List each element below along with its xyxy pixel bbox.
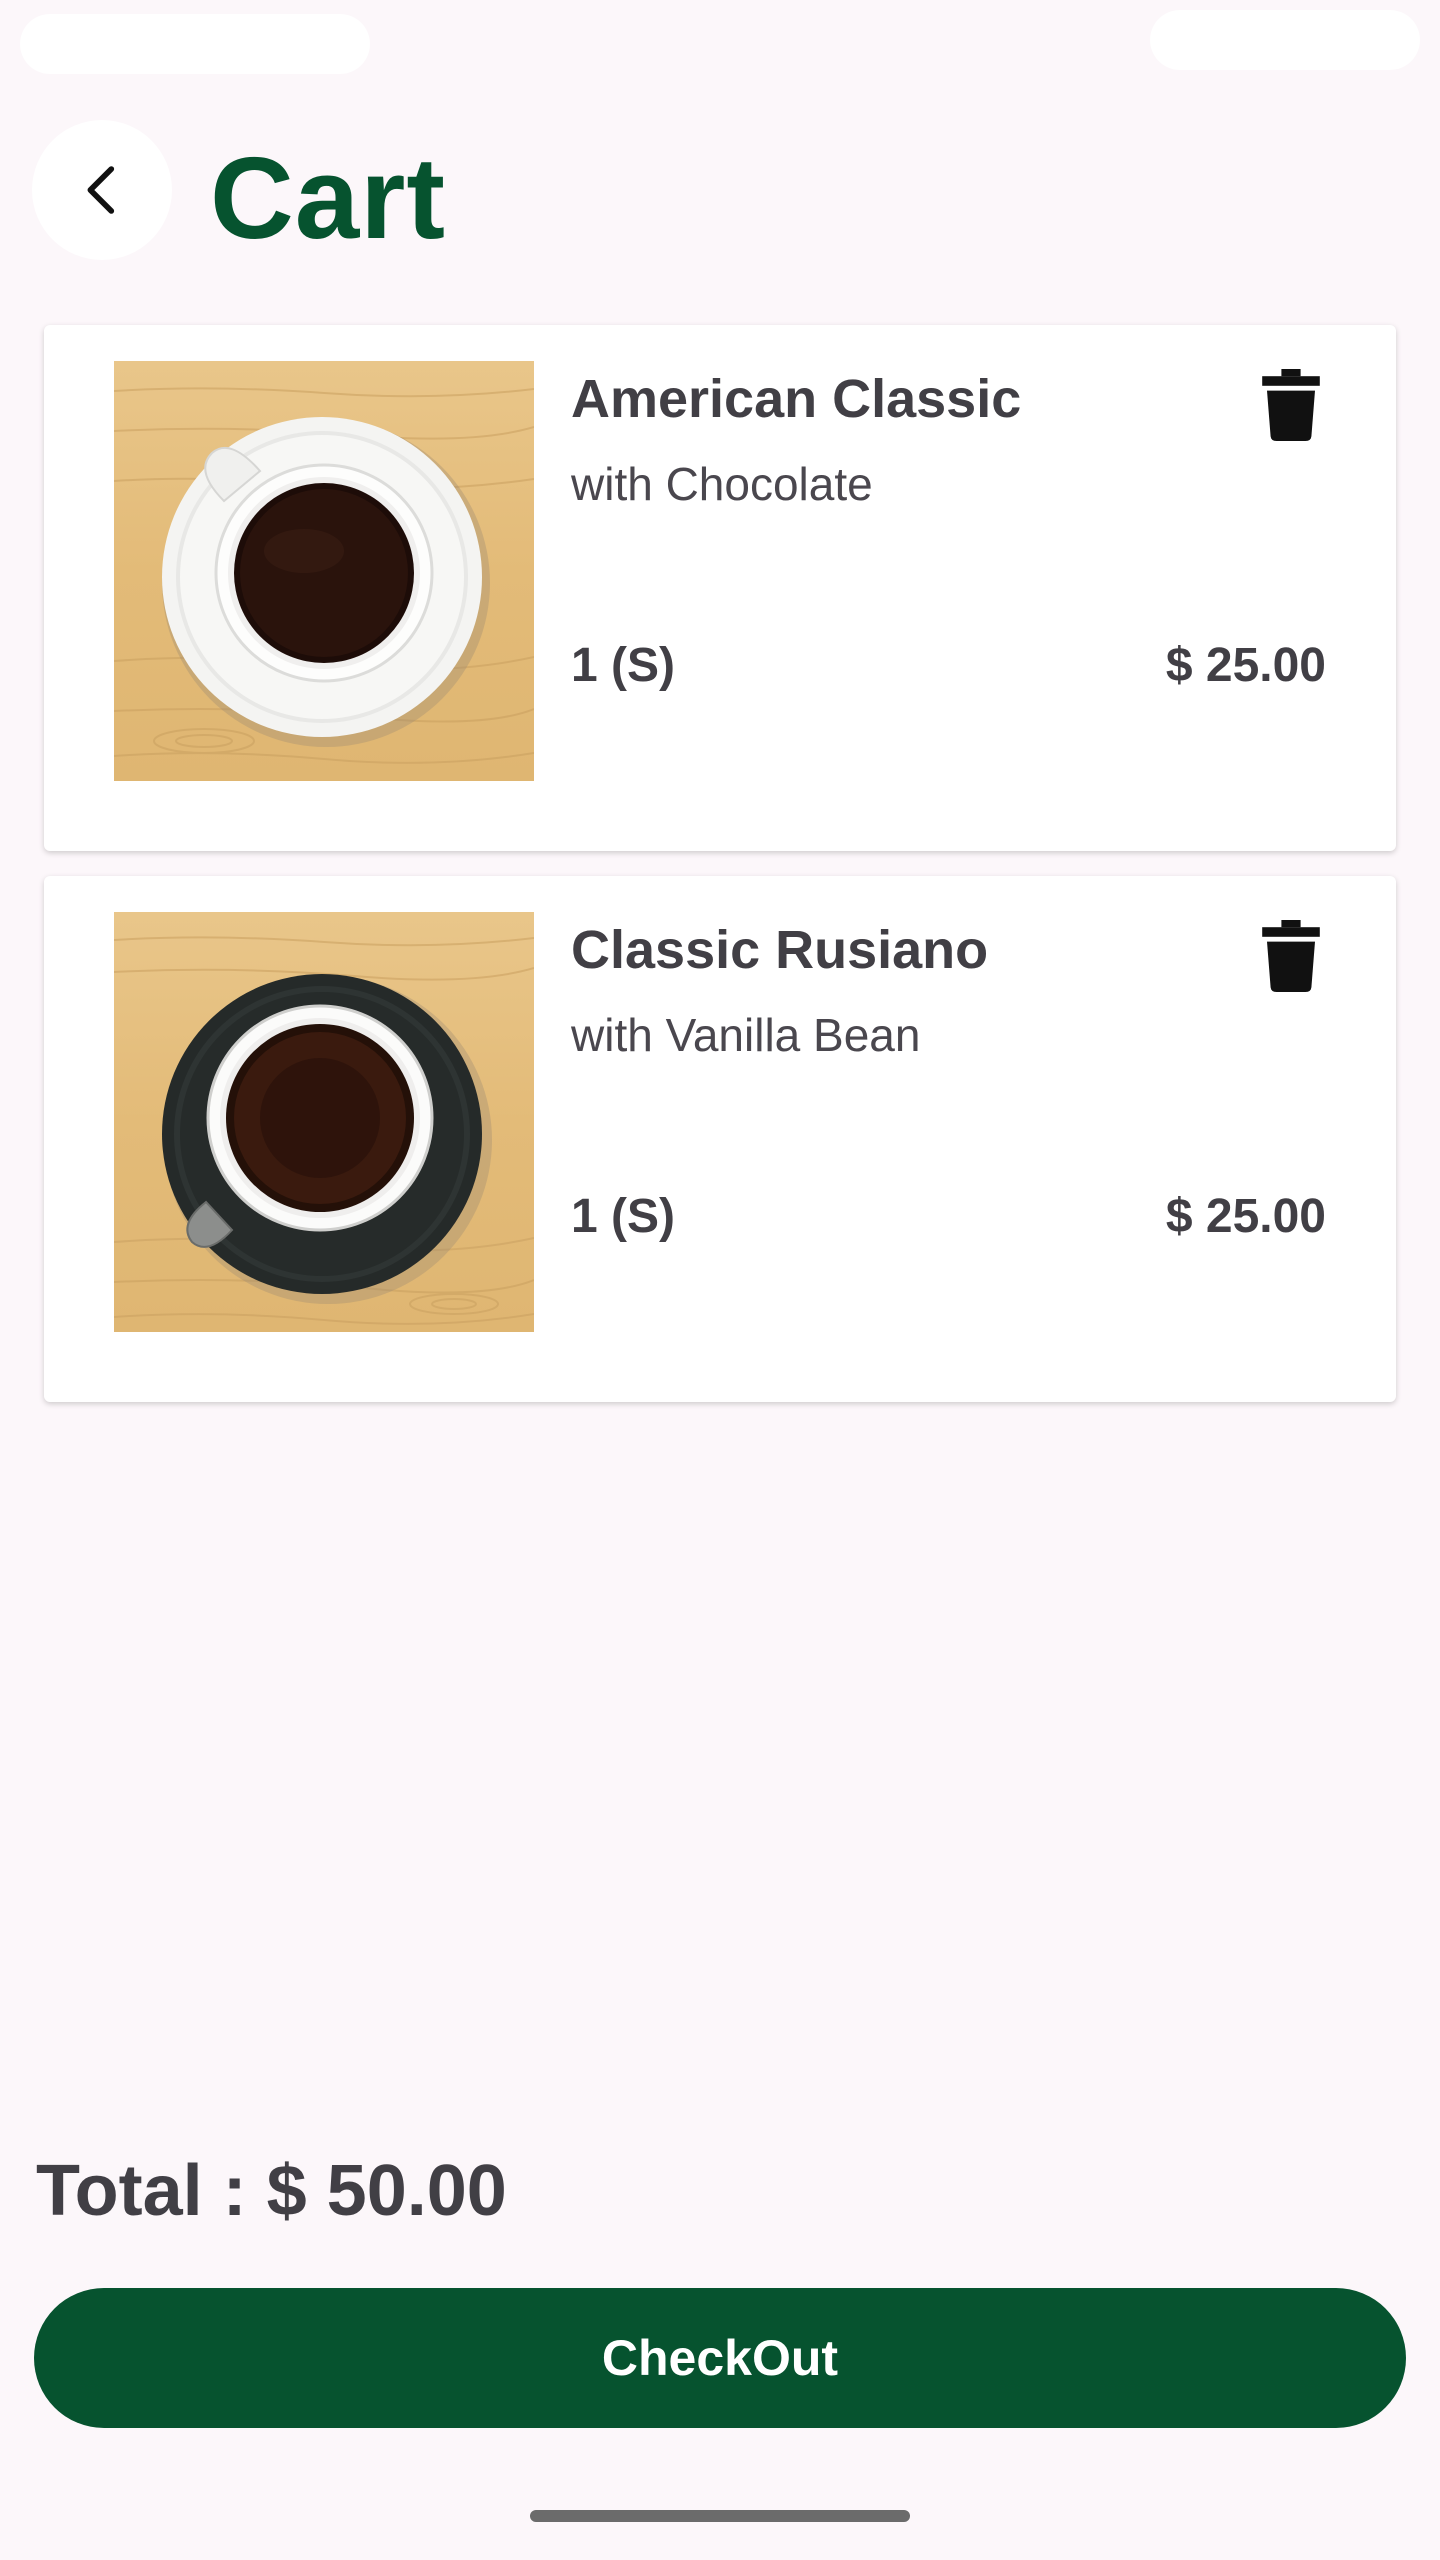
delete-item-button[interactable]	[1256, 916, 1326, 996]
item-name: American Classic	[571, 369, 1022, 429]
item-quantity: 1 (S)	[571, 1190, 676, 1243]
status-bar-left-region	[20, 14, 370, 74]
cart-item: American Classic with Chocolate 1 (S) $ …	[44, 325, 1396, 851]
cart-item: Classic Rusiano with Vanilla Bean 1 (S) …	[44, 876, 1396, 1402]
status-bar	[0, 0, 1440, 80]
product-image	[114, 912, 534, 1332]
item-price: $ 25.00	[1165, 1190, 1326, 1243]
item-price: $ 25.00	[1165, 639, 1326, 692]
item-quantity: 1 (S)	[571, 639, 676, 692]
chevron-left-icon	[87, 166, 115, 214]
home-indicator[interactable]	[530, 2510, 910, 2522]
back-button[interactable]	[32, 120, 172, 260]
item-name: Classic Rusiano	[571, 920, 989, 980]
cart-list: American Classic with Chocolate 1 (S) $ …	[44, 325, 1396, 1427]
status-bar-right-region	[1150, 10, 1420, 70]
product-image	[114, 361, 534, 781]
checkout-button[interactable]: CheckOut	[34, 2288, 1406, 2428]
trash-icon	[1262, 920, 1320, 992]
total-amount: Total : $ 50.00	[36, 2151, 507, 2231]
trash-icon	[1262, 369, 1320, 441]
item-variant: with Chocolate	[571, 458, 873, 510]
coffee-cup-black-saucer-image	[114, 912, 534, 1332]
header: Cart	[0, 110, 1440, 280]
coffee-cup-white-saucer-image	[114, 361, 534, 781]
page-title: Cart	[210, 133, 447, 263]
delete-item-button[interactable]	[1256, 365, 1326, 445]
item-variant: with Vanilla Bean	[571, 1009, 921, 1061]
